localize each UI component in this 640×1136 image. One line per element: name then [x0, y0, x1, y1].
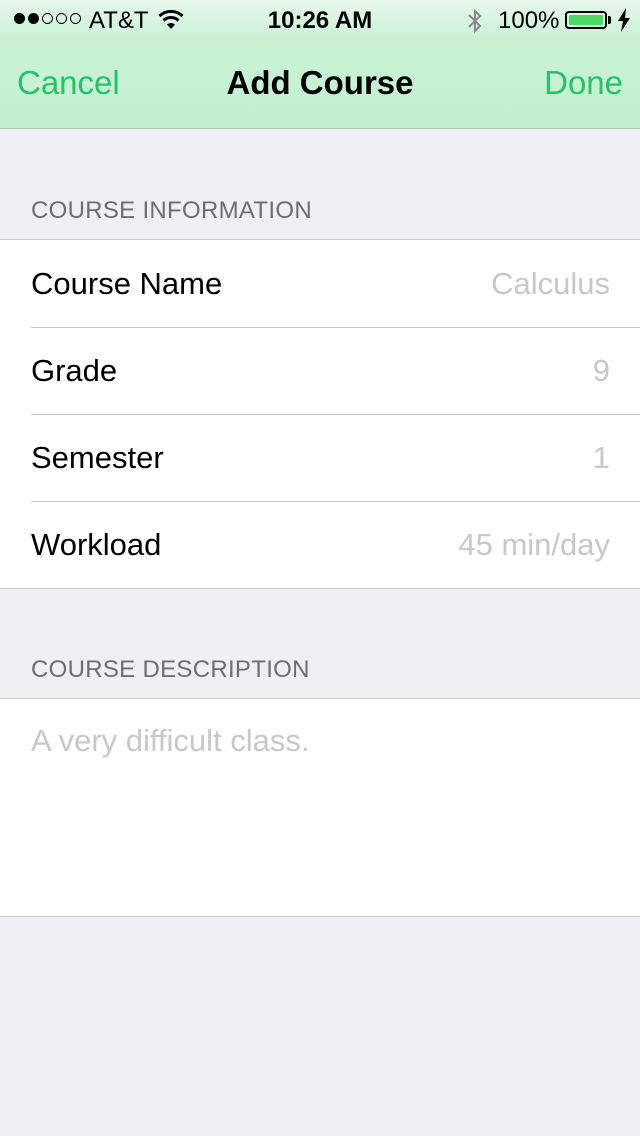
semester-label: Semester — [31, 439, 164, 475]
workload-row[interactable]: Workload 45 min/day — [0, 501, 640, 588]
course-information-group: Course Name Calculus Grade 9 Semester 1 … — [0, 239, 640, 589]
bluetooth-icon — [466, 8, 484, 41]
semester-row[interactable]: Semester 1 — [0, 414, 640, 501]
course-name-row[interactable]: Course Name Calculus — [0, 240, 640, 327]
course-name-field[interactable]: Calculus — [491, 266, 610, 302]
grade-row[interactable]: Grade 9 — [0, 327, 640, 414]
grade-field[interactable]: 9 — [593, 353, 610, 389]
course-description-header: COURSE DESCRIPTION — [31, 656, 310, 683]
cancel-button[interactable]: Cancel — [17, 64, 120, 102]
workload-label: Workload — [31, 526, 162, 562]
course-name-label: Course Name — [31, 265, 223, 301]
battery-nub — [608, 16, 611, 24]
navigation-header: AT&T 10:26 AM 100% Cancel Add Course Don… — [0, 0, 640, 129]
status-bar: AT&T 10:26 AM 100% — [0, 0, 640, 40]
grade-label: Grade — [31, 352, 118, 388]
workload-field[interactable]: 45 min/day — [458, 527, 610, 563]
battery-percentage: 100% — [498, 7, 560, 34]
course-information-header: COURSE INFORMATION — [31, 197, 312, 224]
semester-field[interactable]: 1 — [593, 440, 610, 476]
battery-icon — [565, 11, 607, 29]
charging-bolt-icon — [617, 8, 631, 39]
course-description-textarea[interactable]: A very difficult class. — [0, 698, 640, 917]
done-button[interactable]: Done — [544, 64, 623, 102]
course-description-placeholder: A very difficult class. — [31, 723, 310, 758]
